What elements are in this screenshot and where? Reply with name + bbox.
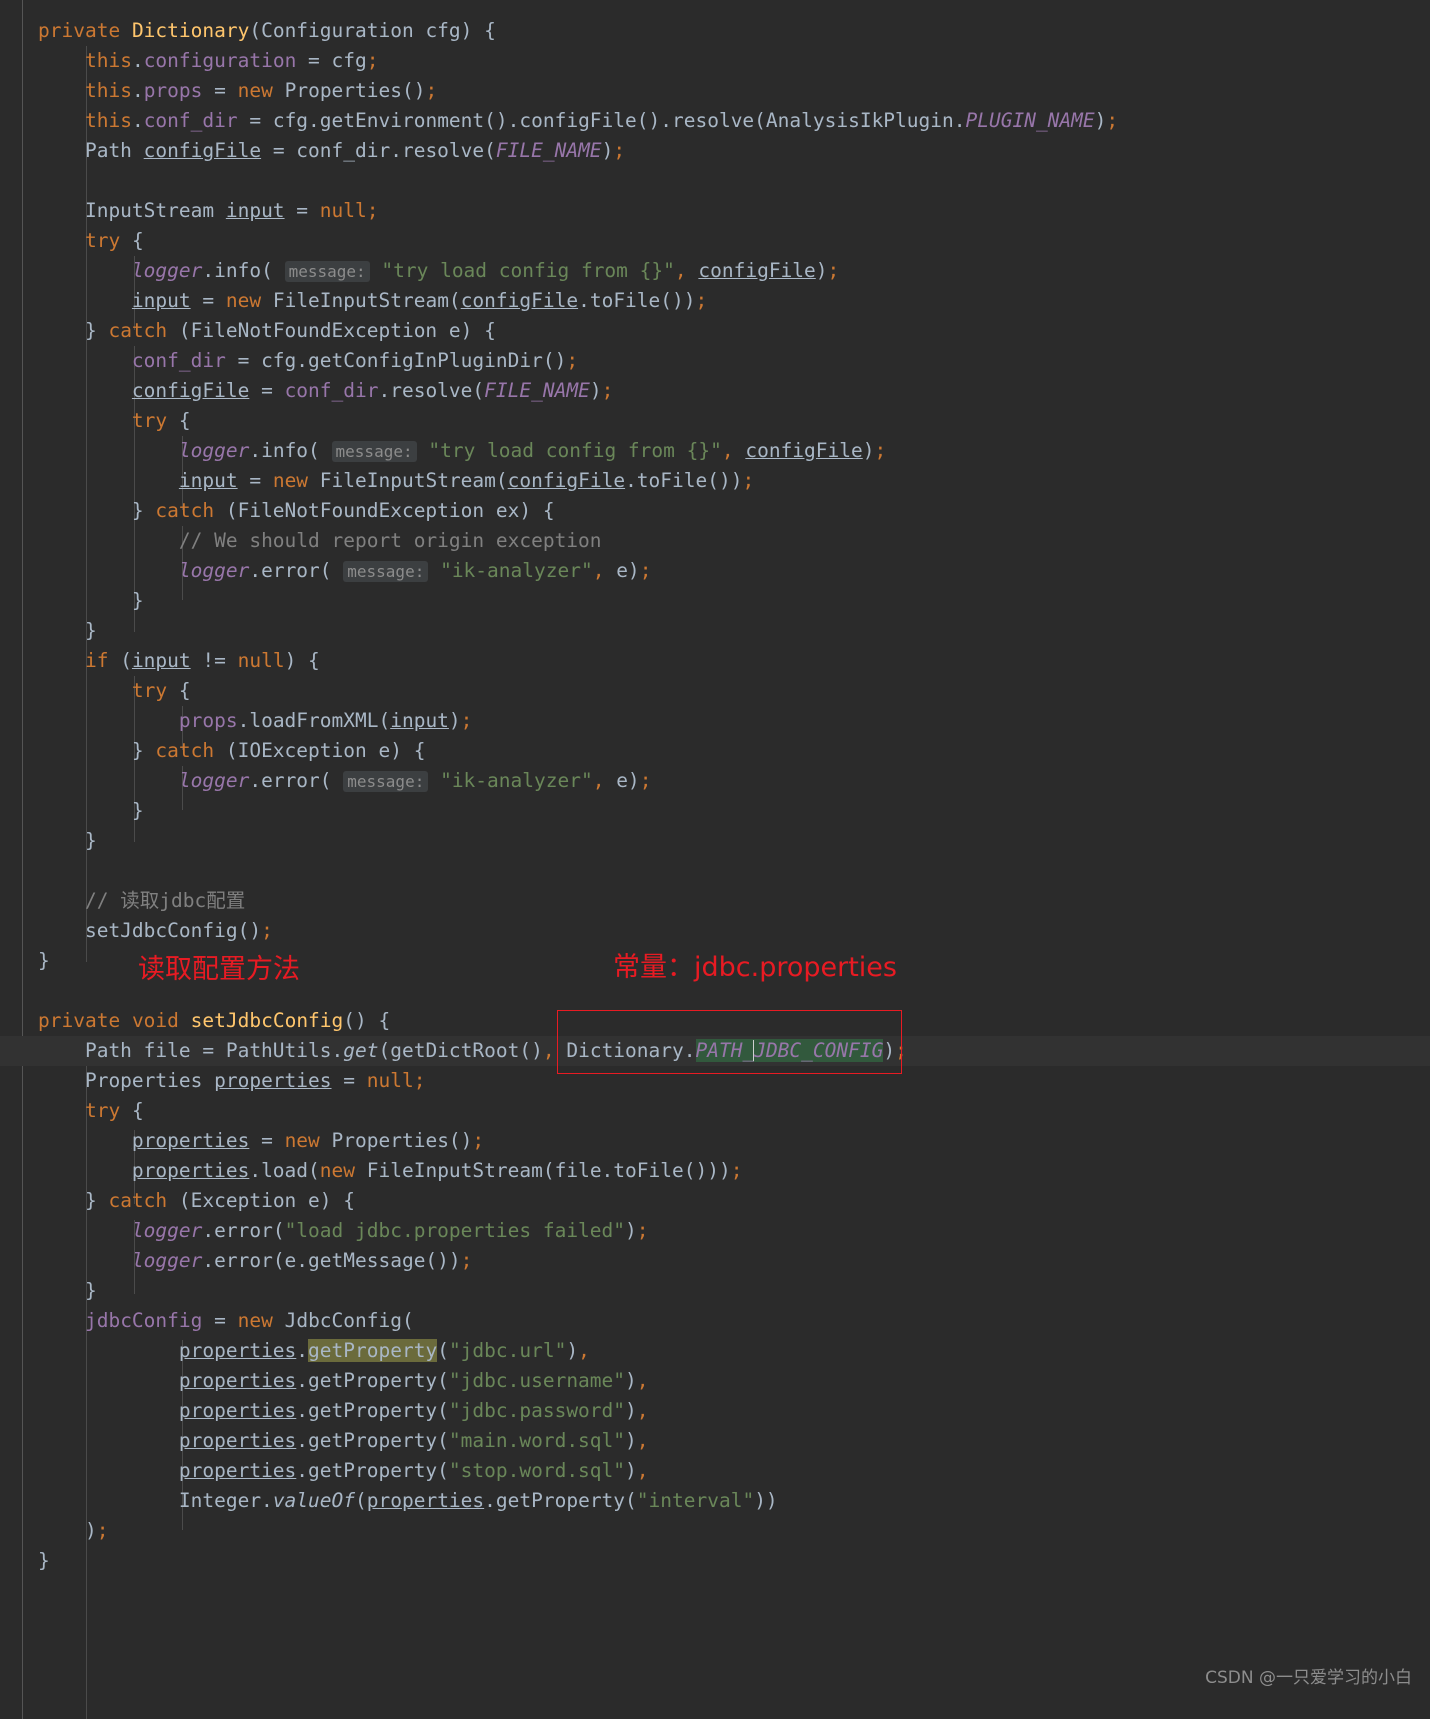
code-line-25[interactable]: } catch (IOException e) { (0, 736, 1430, 766)
code-line-26[interactable]: logger.error( message: "ik-analyzer", e)… (0, 766, 1430, 796)
code-line-28[interactable]: } (0, 826, 1430, 856)
code-line-2[interactable]: this.configuration = cfg; (0, 46, 1430, 76)
code-line-1[interactable]: private Dictionary(Configuration cfg) { (0, 16, 1430, 46)
code-line-3[interactable]: this.props = new Properties(); (0, 76, 1430, 106)
search-match-getproperty: getProperty (308, 1339, 438, 1362)
code-line-44[interactable]: jdbcConfig = new JdbcConfig( (0, 1306, 1430, 1336)
code-line-24[interactable]: props.loadFromXML(input); (0, 706, 1430, 736)
code-line-43[interactable]: } (0, 1276, 1430, 1306)
code-line-9[interactable]: logger.info( message: "try load config f… (0, 256, 1430, 286)
code-line-29[interactable] (0, 856, 1430, 886)
code-line-13[interactable]: configFile = conf_dir.resolve(FILE_NAME)… (0, 376, 1430, 406)
code-line-47[interactable]: properties.getProperty("jdbc.password"), (0, 1396, 1430, 1426)
code-line-6[interactable] (0, 166, 1430, 196)
code-line-34[interactable]: private void setJdbcConfig() { (0, 1006, 1430, 1036)
code-line-45[interactable]: properties.getProperty("jdbc.url"), (0, 1336, 1430, 1366)
code-line-23[interactable]: try { (0, 676, 1430, 706)
code-line-17[interactable]: } catch (FileNotFoundException ex) { (0, 496, 1430, 526)
param-hint-message: message: (343, 771, 429, 792)
code-line-31[interactable]: setJdbcConfig(); (0, 916, 1430, 946)
annotation-constant-jdbc-properties: 常量：jdbc.properties (613, 952, 897, 983)
code-line-42[interactable]: logger.error(e.getMessage()); (0, 1246, 1430, 1276)
code-line-46[interactable]: properties.getProperty("jdbc.username"), (0, 1366, 1430, 1396)
code-line-7[interactable]: InputStream input = null; (0, 196, 1430, 226)
code-line-15[interactable]: logger.info( message: "try load config f… (0, 436, 1430, 466)
code-line-40[interactable]: } catch (Exception e) { (0, 1186, 1430, 1216)
param-hint-message: message: (284, 261, 370, 282)
code-line-18[interactable]: // We should report origin exception (0, 526, 1430, 556)
code-line-41[interactable]: logger.error("load jdbc.properties faile… (0, 1216, 1430, 1246)
code-line-22[interactable]: if (input != null) { (0, 646, 1430, 676)
code-line-8[interactable]: try { (0, 226, 1430, 256)
param-hint-message: message: (343, 561, 429, 582)
code-line-20[interactable]: } (0, 586, 1430, 616)
code-line-39[interactable]: properties.load(new FileInputStream(file… (0, 1156, 1430, 1186)
annotation-read-config-method: 读取配置方法 (138, 954, 300, 985)
code-line-21[interactable]: } (0, 616, 1430, 646)
code-line-38[interactable]: properties = new Properties(); (0, 1126, 1430, 1156)
code-editor[interactable]: private Dictionary(Configuration cfg) { … (0, 0, 1430, 1719)
code-line-19[interactable]: logger.error( message: "ik-analyzer", e)… (0, 556, 1430, 586)
csdn-watermark: CSDN @一只爱学习的小白 (1205, 1668, 1412, 1688)
code-line-10[interactable]: input = new FileInputStream(configFile.t… (0, 286, 1430, 316)
code-line-51[interactable]: ); (0, 1516, 1430, 1546)
code-line-5[interactable]: Path configFile = conf_dir.resolve(FILE_… (0, 136, 1430, 166)
code-line-50[interactable]: Integer.valueOf(properties.getProperty("… (0, 1486, 1430, 1516)
code-line-16[interactable]: input = new FileInputStream(configFile.t… (0, 466, 1430, 496)
code-line-30[interactable]: // 读取jdbc配置 (0, 886, 1430, 916)
code-line-35[interactable]: Path file = PathUtils.get(getDictRoot(),… (0, 1036, 1430, 1066)
code-line-36[interactable]: Properties properties = null; (0, 1066, 1430, 1096)
code-line-27[interactable]: } (0, 796, 1430, 826)
code-line-14[interactable]: try { (0, 406, 1430, 436)
code-line-4[interactable]: this.conf_dir = cfg.getEnvironment().con… (0, 106, 1430, 136)
code-line-48[interactable]: properties.getProperty("main.word.sql"), (0, 1426, 1430, 1456)
param-hint-message: message: (331, 441, 417, 462)
code-line-11[interactable]: } catch (FileNotFoundException e) { (0, 316, 1430, 346)
code-line-37[interactable]: try { (0, 1096, 1430, 1126)
code-line-12[interactable]: conf_dir = cfg.getConfigInPluginDir(); (0, 346, 1430, 376)
code-line-49[interactable]: properties.getProperty("stop.word.sql"), (0, 1456, 1430, 1486)
code-line-52[interactable]: } (0, 1546, 1430, 1576)
